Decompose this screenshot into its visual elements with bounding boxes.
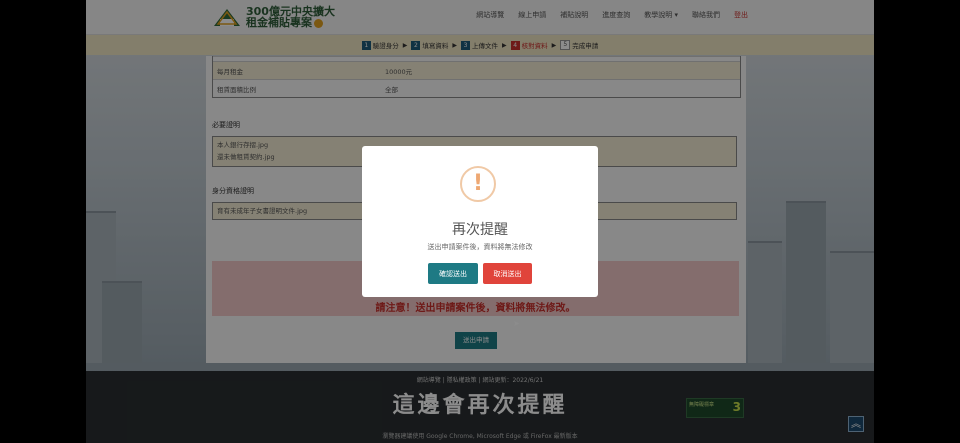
warning-icon-glyph: ! bbox=[472, 171, 484, 196]
confirm-submit-button[interactable]: 確認送出 bbox=[428, 263, 478, 284]
confirm-dialog: ! 再次提醒 送出申請案件後，資料將無法修改 確認送出 取消送出 bbox=[362, 146, 598, 297]
dialog-message: 送出申請案件後，資料將無法修改 bbox=[427, 243, 533, 251]
app-frame: 300億元中央擴大 租金補貼專案 網站導覽 線上申請 補貼說明 進度查詢 教學說… bbox=[86, 0, 874, 443]
cancel-submit-button[interactable]: 取消送出 bbox=[483, 263, 532, 284]
dialog-title: 再次提醒 bbox=[452, 222, 508, 238]
warning-icon: ! bbox=[460, 166, 496, 202]
